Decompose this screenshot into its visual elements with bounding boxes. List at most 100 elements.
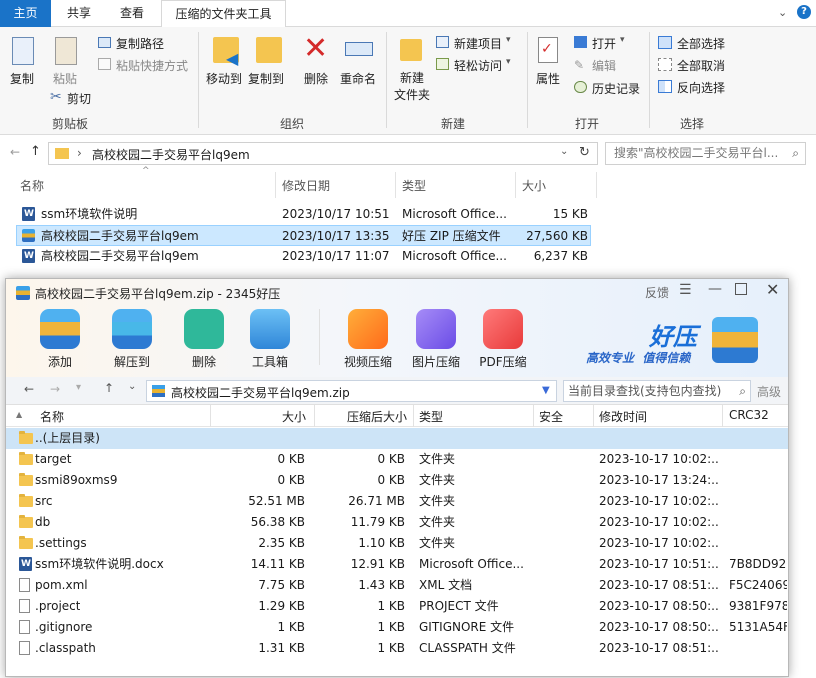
image-compress-icon[interactable] xyxy=(416,309,456,349)
advanced-search-link[interactable]: 高级 xyxy=(757,383,781,400)
toolbox-button[interactable]: 工具箱 xyxy=(244,353,296,370)
pdf-compress-icon[interactable] xyxy=(483,309,523,349)
archive-row[interactable]: pom.xml 7.75 KB 1.43 KB XML 文档 2023-10-17 08… xyxy=(6,575,788,596)
archive-row[interactable]: target 0 KB 0 KB 文件夹 2023-10-17 10:02:... xyxy=(6,449,788,470)
cut-button[interactable]: 剪切 xyxy=(67,90,91,107)
delete-icon[interactable] xyxy=(184,309,224,349)
tab-home[interactable]: 主页 xyxy=(0,0,51,27)
column-size[interactable]: 大小 xyxy=(282,408,306,425)
path-field[interactable]: 高校校园二手交易平台lq9em.zip ▼ xyxy=(146,380,557,402)
open-button[interactable]: 打开 xyxy=(592,35,616,52)
video-compress-button[interactable]: 视频压缩 xyxy=(338,353,398,370)
add-icon[interactable] xyxy=(40,309,80,349)
column-crc32[interactable]: CRC32 xyxy=(729,408,769,422)
search-input[interactable]: 搜索"高校校园二手交易平台l... ⌕ xyxy=(605,142,806,165)
extract-icon[interactable] xyxy=(112,309,152,349)
history-dropdown-icon[interactable]: ▾ xyxy=(76,382,81,393)
archive-row[interactable]: .classpath 1.31 KB 1 KB CLASSPATH 文件 2023-10… xyxy=(6,638,788,659)
maximize-icon[interactable] xyxy=(735,283,747,295)
column-divider[interactable] xyxy=(395,172,396,198)
breadcrumb-chevron-icon[interactable]: › xyxy=(77,146,82,160)
tab-share[interactable]: 共享 xyxy=(54,0,104,27)
archive-search-input[interactable]: 当前目录查找(支持包内查找) ⌕ xyxy=(563,380,751,402)
archive-row[interactable]: src 52.51 MB 26.71 MB 文件夹 2023-10-17 10:02:.… xyxy=(6,491,788,512)
properties-button[interactable]: 属性 xyxy=(536,70,560,87)
file-row[interactable]: ssm环境软件说明 2023/10/17 10:51 Microsoft Off… xyxy=(16,204,591,225)
column-divider[interactable] xyxy=(314,405,315,427)
view-dropdown-icon[interactable]: ⌄ xyxy=(128,381,136,392)
history-button[interactable]: 历史记录 xyxy=(592,80,640,97)
column-divider[interactable] xyxy=(593,405,594,427)
help-icon[interactable]: ? xyxy=(797,5,811,19)
close-icon[interactable]: ✕ xyxy=(766,280,779,299)
back-arrow-icon[interactable]: ← xyxy=(10,145,20,159)
column-divider[interactable] xyxy=(596,172,597,198)
archive-row[interactable]: .gitignore 1 KB 1 KB GITIGNORE 文件 2023-10-17… xyxy=(6,617,788,638)
copy-path-button[interactable]: 复制路径 xyxy=(116,35,164,52)
refresh-icon[interactable]: ↻ xyxy=(579,145,590,160)
column-divider[interactable] xyxy=(413,405,414,427)
column-size[interactable]: 大小 xyxy=(522,177,546,194)
column-security[interactable]: 安全 xyxy=(539,408,563,425)
breadcrumb-current[interactable]: 高校校园二手交易平台lq9em xyxy=(92,146,250,163)
paste-icon[interactable] xyxy=(55,37,77,65)
delete-button[interactable]: 删除 xyxy=(304,70,328,87)
image-compress-button[interactable]: 图片压缩 xyxy=(406,353,466,370)
easy-access-button[interactable]: 轻松访问 xyxy=(454,57,502,74)
copy-to-icon[interactable] xyxy=(256,37,282,63)
rename-button[interactable]: 重命名 xyxy=(340,70,376,87)
up-arrow-icon[interactable]: ↑ xyxy=(30,144,41,159)
back-arrow-icon[interactable]: ← xyxy=(24,382,34,396)
minimize-icon[interactable]: — xyxy=(708,281,722,297)
column-modified[interactable]: 修改时间 xyxy=(599,408,647,425)
column-name[interactable]: 名称 xyxy=(20,177,44,194)
column-type[interactable]: 类型 xyxy=(402,177,426,194)
menu-icon[interactable]: ☰ xyxy=(679,282,692,298)
move-to-button[interactable]: 移动到 xyxy=(206,70,242,87)
column-divider[interactable] xyxy=(533,405,534,427)
column-divider[interactable] xyxy=(210,405,211,427)
archive-row[interactable]: ..(上层目录) xyxy=(6,428,788,449)
column-divider[interactable] xyxy=(722,405,723,427)
tab-compressed-tools[interactable]: 压缩的文件夹工具 xyxy=(161,0,286,27)
pdf-compress-button[interactable]: PDF压缩 xyxy=(473,353,533,370)
extract-to-button[interactable]: 解压到 xyxy=(106,353,158,370)
video-compress-icon[interactable] xyxy=(348,309,388,349)
up-arrow-icon[interactable]: ↑ xyxy=(104,381,114,395)
archive-row[interactable]: db 56.38 KB 11.79 KB 文件夹 2023-10-17 10:02:..… xyxy=(6,512,788,533)
column-type[interactable]: 类型 xyxy=(419,408,443,425)
column-date[interactable]: 修改日期 xyxy=(282,177,330,194)
copy-button[interactable]: 复制 xyxy=(10,70,34,87)
invert-selection-button[interactable]: 反向选择 xyxy=(677,79,725,96)
archive-row[interactable]: ssm环境软件说明.docx 14.11 KB 12.91 KB Microsoft … xyxy=(6,554,788,575)
new-folder-icon[interactable] xyxy=(400,39,422,61)
new-item-button[interactable]: 新建项目 xyxy=(454,35,502,52)
paste-shortcut-button[interactable]: 粘贴快捷方式 xyxy=(116,57,188,74)
address-dropdown-icon[interactable]: ⌄ xyxy=(560,146,568,157)
toolbox-icon[interactable] xyxy=(250,309,290,349)
forward-arrow-icon[interactable]: → xyxy=(50,382,60,396)
archive-row[interactable]: .settings 2.35 KB 1.10 KB 文件夹 2023-10-17 10:… xyxy=(6,533,788,554)
select-none-button[interactable]: 全部取消 xyxy=(677,57,725,74)
add-button[interactable]: 添加 xyxy=(40,353,80,370)
archive-row[interactable]: .project 1.29 KB 1 KB PROJECT 文件 2023-10-17 … xyxy=(6,596,788,617)
file-row[interactable]: 高校校园二手交易平台lq9em 2023/10/17 11:07 Microso… xyxy=(16,246,591,267)
file-row-selected[interactable]: 高校校园二手交易平台lq9em 2023/10/17 13:35 好压 ZIP … xyxy=(16,225,591,246)
column-name[interactable]: 名称 xyxy=(40,408,64,425)
rename-icon[interactable] xyxy=(345,42,373,56)
delete-icon[interactable]: ✕ xyxy=(303,31,328,66)
select-all-button[interactable]: 全部选择 xyxy=(677,35,725,52)
column-divider[interactable] xyxy=(275,172,276,198)
copy-to-button[interactable]: 复制到 xyxy=(248,70,284,87)
delete-archive-button[interactable]: 删除 xyxy=(184,353,224,370)
archive-row[interactable]: ssmi89oxms9 0 KB 0 KB 文件夹 2023-10-17 13:24:.… xyxy=(6,470,788,491)
tab-view[interactable]: 查看 xyxy=(106,0,158,27)
collapse-ribbon-icon[interactable]: ⌄ xyxy=(778,6,787,19)
feedback-link[interactable]: 反馈 xyxy=(645,284,669,301)
copy-icon[interactable] xyxy=(12,37,34,65)
path-dropdown-icon[interactable]: ▼ xyxy=(542,385,550,396)
column-divider[interactable] xyxy=(515,172,516,198)
address-bar[interactable]: › 高校校园二手交易平台lq9em ⌄ ↻ xyxy=(48,142,598,165)
new-folder-button[interactable]: 新建 文件夹 xyxy=(392,70,432,104)
paste-button[interactable]: 粘贴 xyxy=(53,70,77,87)
